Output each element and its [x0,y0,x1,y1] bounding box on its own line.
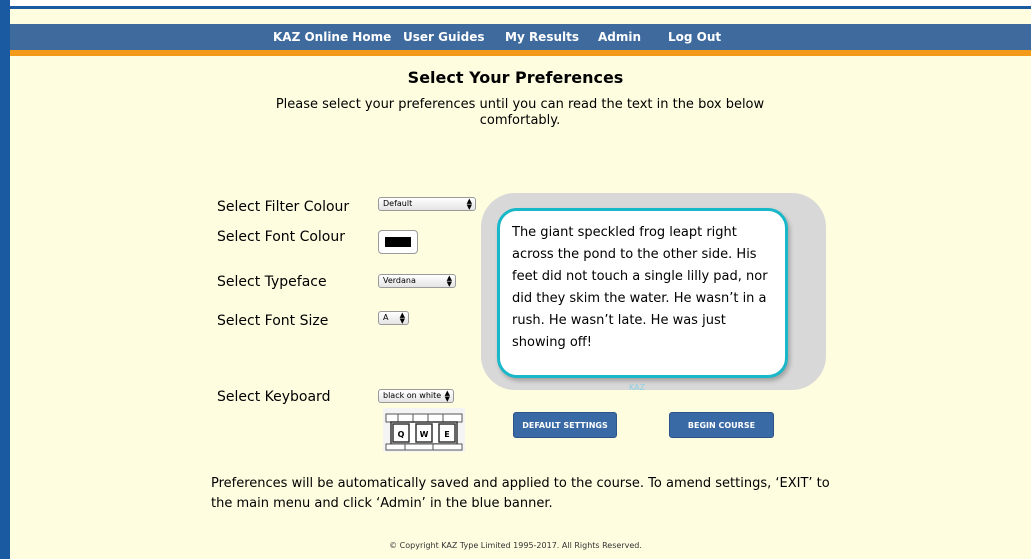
filter-colour-select[interactable]: Default ▲ ▼ [378,197,476,211]
preferences-note: Preferences will be automatically saved … [211,476,830,511]
keyboard-key-q: Q [398,430,405,439]
nav-link-log-out[interactable]: Log Out [668,30,721,44]
nav-link-my-results[interactable]: My Results [505,30,579,44]
select-arrows-icon: ▲ ▼ [466,197,472,211]
font-colour-label: Select Font Colour [217,229,345,245]
keyboard-value: black on white [383,391,442,400]
keyboard-preview: Q W E [383,408,465,452]
font-size-value: A [383,313,389,322]
select-arrows-icon: ▲ ▼ [446,274,452,288]
header-spacer [10,9,1031,24]
nav-link-kaz-online-home[interactable]: KAZ Online Home [273,30,391,44]
select-arrows-icon: ▲ ▼ [444,389,450,403]
typeface-select[interactable]: Verdana ▲ ▼ [378,274,456,288]
keyboard-key-e: E [444,430,449,439]
nav-link-admin[interactable]: Admin [598,30,641,44]
font-size-select[interactable]: A ▲ ▼ [378,311,409,325]
typeface-label: Select Typeface [217,274,327,290]
filter-colour-label: Select Filter Colour [217,199,350,215]
keyboard-key-w: W [420,430,429,439]
instructions-text: Please select your preferences until you… [275,97,765,128]
keyboard-select[interactable]: black on white ▲ ▼ [378,389,454,403]
kaz-watermark: KAZ [629,383,646,392]
copyright-text: © Copyright KAZ Type Limited 1995-2017. … [389,541,642,550]
font-size-label: Select Font Size [217,313,329,329]
keyboard-label: Select Keyboard [217,389,331,405]
select-arrows-icon: ▲ ▼ [399,311,405,325]
sample-text-box: The giant speckled frog leapt right acro… [497,208,788,378]
begin-course-button[interactable]: BEGIN COURSE [669,412,774,438]
font-colour-picker[interactable] [378,230,418,254]
filter-colour-value: Default [383,199,413,208]
default-settings-button[interactable]: DEFAULT SETTINGS [513,412,617,438]
typeface-value: Verdana [383,276,416,285]
keyboard-preview-icon: Q W E [383,408,465,452]
nav-link-user-guides[interactable]: User Guides [403,30,485,44]
font-colour-swatch [385,237,411,247]
page-title: Select Your Preferences [407,68,624,87]
nav-bar-accent-stripe [10,50,1031,56]
